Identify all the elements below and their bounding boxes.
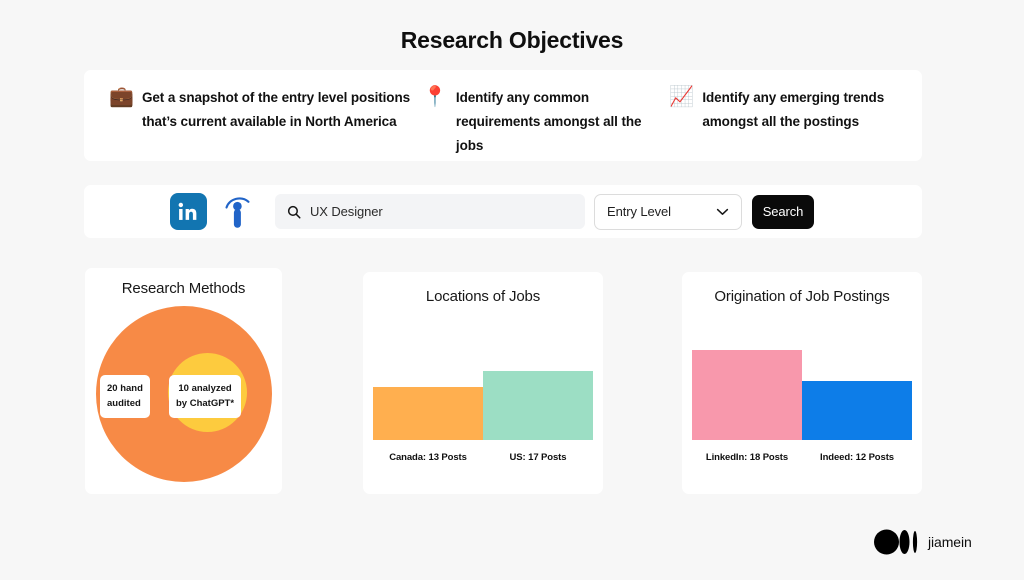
linkedin-logo[interactable] (170, 193, 207, 230)
venn-label-hand-audited: 20 hand audited (100, 375, 150, 418)
bar-canada (373, 387, 483, 440)
experience-level-value: Entry Level (607, 204, 671, 219)
origination-bars (692, 328, 912, 440)
bar-col-us (483, 328, 593, 440)
objective-text-3: Identify any emerging trends amongst all… (702, 90, 885, 130)
locations-of-jobs-panel: Locations of Jobs Canada: 13 Posts US: 1… (363, 272, 603, 494)
bar-col-linkedin (692, 328, 802, 440)
chart-increasing-icon: 📈 (669, 86, 695, 108)
objective-item-1: 💼 Get a snapshot of the entry level posi… (98, 86, 423, 134)
author-name: jiamein (928, 534, 972, 550)
bar-col-indeed (802, 328, 912, 440)
research-methods-chart: 20 hand audited 10 analyzed by ChatGPT* (85, 297, 282, 487)
bar-label-linkedin: LinkedIn: 18 Posts (705, 452, 789, 463)
locations-bars (373, 328, 593, 440)
locations-of-jobs-title: Locations of Jobs (425, 288, 541, 305)
locations-of-jobs-chart: Canada: 13 Posts US: 17 Posts (363, 305, 603, 477)
origination-chart: LinkedIn: 18 Posts Indeed: 12 Posts (682, 305, 922, 477)
bar-label-indeed: Indeed: 12 Posts (820, 452, 894, 463)
venn-label-chatgpt-analyzed: 10 analyzed by ChatGPT* (169, 375, 242, 418)
pushpin-icon: 📍 (422, 86, 448, 108)
page-title: Research Objectives (400, 27, 624, 53)
research-objectives-card: 💼 Get a snapshot of the entry level posi… (84, 70, 922, 161)
briefcase-icon: 💼 (109, 86, 134, 108)
objective-text-1: Get a snapshot of the entry level positi… (142, 90, 411, 130)
bar-us (483, 370, 593, 440)
job-board-logos (170, 193, 253, 231)
search-icon (287, 205, 301, 219)
origination-title: Origination of Job Postings (714, 288, 890, 305)
medium-logo (874, 529, 918, 555)
indeed-logo[interactable] (223, 193, 253, 231)
search-input-value: UX Designer (310, 204, 383, 219)
bar-col-canada (373, 328, 483, 440)
footer-branding: jiamein (874, 529, 972, 555)
objective-text-2: Identify any common requirements amongst… (455, 90, 642, 154)
chevron-down-icon (716, 208, 729, 215)
research-methods-panel: Research Methods 20 hand audited 10 anal… (85, 268, 282, 494)
research-methods-title: Research Methods (121, 280, 246, 297)
bar-indeed (802, 380, 912, 440)
search-input[interactable]: UX Designer (275, 194, 585, 229)
search-button[interactable]: Search (752, 194, 814, 229)
objective-item-2: 📍 Identify any common requirements among… (423, 86, 669, 158)
objective-item-3: 📈 Identify any emerging trends amongst a… (669, 86, 908, 134)
job-search-bar: UX Designer Entry Level Search (84, 185, 922, 238)
bar-label-canada: Canada: 13 Posts (389, 452, 467, 463)
origination-of-job-postings-panel: Origination of Job Postings LinkedIn: 18… (682, 272, 922, 494)
bar-linkedin (692, 350, 802, 440)
experience-level-select[interactable]: Entry Level (594, 193, 742, 230)
bar-label-us: US: 17 Posts (509, 452, 567, 463)
